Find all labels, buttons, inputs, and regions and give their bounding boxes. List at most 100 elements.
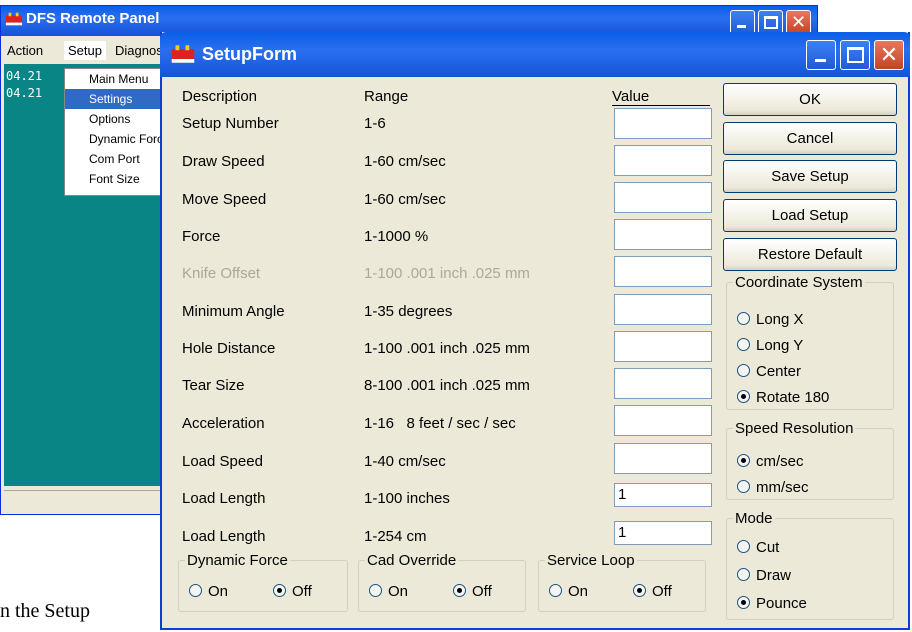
background-document-text: n the Setup [0, 600, 90, 622]
setup-form-title-bar[interactable]: SetupForm ✕ [160, 32, 910, 77]
cad-override-label: Cad Override [367, 552, 457, 569]
row-load-length-cm-label: Load Length [182, 528, 266, 545]
setup-form-window: SetupForm ✕ Description Range Value Setu… [160, 32, 910, 630]
close-icon: ✕ [879, 42, 899, 67]
minimize-icon [737, 25, 746, 28]
row-knife-offset-range: 1-100 .001 inch .025 mm [364, 265, 530, 282]
radio-cut[interactable]: Cut [737, 539, 779, 556]
close-button[interactable]: ✕ [874, 40, 904, 70]
service-loop-group: Service Loop On Off [538, 552, 706, 612]
acceleration-input[interactable] [614, 405, 712, 436]
menu-setup[interactable]: Setup [64, 41, 106, 60]
radio-pounce[interactable]: Pounce [737, 595, 807, 612]
console-line: 04.21 [6, 86, 43, 100]
radio-button-icon [369, 584, 382, 597]
row-load-speed-label: Load Speed [182, 453, 263, 470]
force-input[interactable] [614, 219, 712, 250]
dynamic-force-on-label: On [208, 583, 229, 600]
move-speed-input[interactable] [614, 182, 712, 213]
cad-override-off-label: Off [472, 583, 492, 600]
cad-override-group: Cad Override On Off [358, 552, 526, 612]
cancel-button[interactable]: Cancel [723, 122, 897, 155]
menu-item-dynamic-force[interactable]: Dynamic Forc [65, 129, 173, 149]
dynamic-force-on-radio[interactable]: On [189, 583, 228, 600]
hole-distance-input[interactable] [614, 331, 712, 362]
coordinate-system-group: Coordinate System Long X Long Y Center R… [726, 274, 894, 410]
row-setup-number-range: 1-6 [364, 115, 386, 132]
radio-pounce-label: Pounce [756, 595, 807, 612]
row-load-length-inches-label: Load Length [182, 490, 266, 507]
app-icon [171, 45, 195, 63]
menu-diagnostics[interactable]: Diagnos [111, 41, 167, 60]
radio-long-y[interactable]: Long Y [737, 337, 803, 354]
cad-override-on-radio[interactable]: On [369, 583, 408, 600]
cad-override-off-radio[interactable]: Off [453, 583, 492, 600]
menu-action[interactable]: Action [3, 41, 47, 60]
draw-speed-input[interactable] [614, 145, 712, 176]
radio-button-icon [737, 540, 750, 553]
load-speed-input[interactable] [614, 443, 712, 474]
value-header-underline [612, 105, 710, 106]
row-force-range: 1-1000 % [364, 228, 429, 245]
radio-button-selected-icon [453, 584, 466, 597]
close-icon: ✕ [790, 12, 807, 32]
load-length-inches-input[interactable]: 1 [614, 483, 712, 507]
save-setup-button[interactable]: Save Setup [723, 160, 897, 193]
service-loop-label: Service Loop [547, 552, 635, 569]
radio-long-y-label: Long Y [756, 337, 804, 354]
maximize-button[interactable] [840, 40, 870, 70]
radio-mm-sec[interactable]: mm/sec [737, 479, 809, 496]
menu-item-main-menu[interactable]: Main Menu [65, 69, 173, 89]
dynamic-force-group: Dynamic Force On Off [178, 552, 348, 612]
menu-item-com-port[interactable]: Com Port [65, 149, 173, 169]
service-loop-on-label: On [568, 583, 589, 600]
radio-long-x[interactable]: Long X [737, 311, 804, 328]
menu-item-font-size[interactable]: Font Size [65, 169, 173, 189]
radio-draw[interactable]: Draw [737, 567, 791, 584]
dynamic-force-off-label: Off [292, 583, 312, 600]
ok-button[interactable]: OK [723, 83, 897, 116]
service-loop-on-radio[interactable]: On [549, 583, 588, 600]
minimize-icon [815, 59, 826, 62]
load-length-cm-input[interactable]: 1 [614, 521, 712, 545]
row-move-speed-label: Move Speed [182, 191, 267, 208]
radio-center[interactable]: Center [737, 363, 801, 380]
knife-offset-input[interactable] [614, 256, 712, 287]
tear-size-input[interactable] [614, 368, 712, 399]
row-minimum-angle-range: 1-35 degrees [364, 303, 453, 320]
radio-cut-label: Cut [756, 539, 780, 556]
back-window-title: DFS Remote Panel [26, 10, 160, 27]
dynamic-force-label: Dynamic Force [187, 552, 288, 569]
description-header: Description [182, 88, 258, 105]
radio-button-icon [737, 312, 750, 325]
menu-item-settings[interactable]: Settings [65, 89, 173, 109]
minimum-angle-input[interactable] [614, 294, 712, 325]
coordinate-system-label: Coordinate System [735, 274, 863, 291]
menu-item-options[interactable]: Options [65, 109, 173, 129]
range-header: Range [364, 88, 409, 105]
mode-label: Mode [735, 510, 773, 527]
radio-button-selected-icon [633, 584, 646, 597]
row-load-speed-range: 1-40 cm/sec [364, 453, 446, 470]
row-acceleration-range: 1-16 8 feet / sec / sec [364, 415, 516, 432]
restore-default-button[interactable]: Restore Default [723, 238, 897, 271]
radio-rotate-180[interactable]: Rotate 180 [737, 389, 829, 406]
console-line: 04.21 [6, 69, 43, 83]
row-load-length-inches-range: 1-100 inches [364, 490, 450, 507]
radio-cm-sec[interactable]: cm/sec [737, 453, 804, 470]
maximize-icon [764, 16, 778, 29]
load-setup-button[interactable]: Load Setup [723, 199, 897, 232]
row-setup-number-label: Setup Number [182, 115, 279, 132]
service-loop-off-label: Off [652, 583, 672, 600]
radio-button-icon [737, 480, 750, 493]
mode-group: Mode Cut Draw Pounce [726, 510, 894, 620]
radio-button-icon [737, 568, 750, 581]
row-knife-offset-label: Knife Offset [182, 265, 261, 282]
dynamic-force-off-radio[interactable]: Off [273, 583, 312, 600]
row-hole-distance-label: Hole Distance [182, 340, 276, 357]
row-draw-speed-range: 1-60 cm/sec [364, 153, 446, 170]
minimize-button[interactable] [806, 40, 836, 70]
setup-number-input[interactable] [614, 108, 712, 139]
radio-button-selected-icon [273, 584, 286, 597]
service-loop-off-radio[interactable]: Off [633, 583, 672, 600]
